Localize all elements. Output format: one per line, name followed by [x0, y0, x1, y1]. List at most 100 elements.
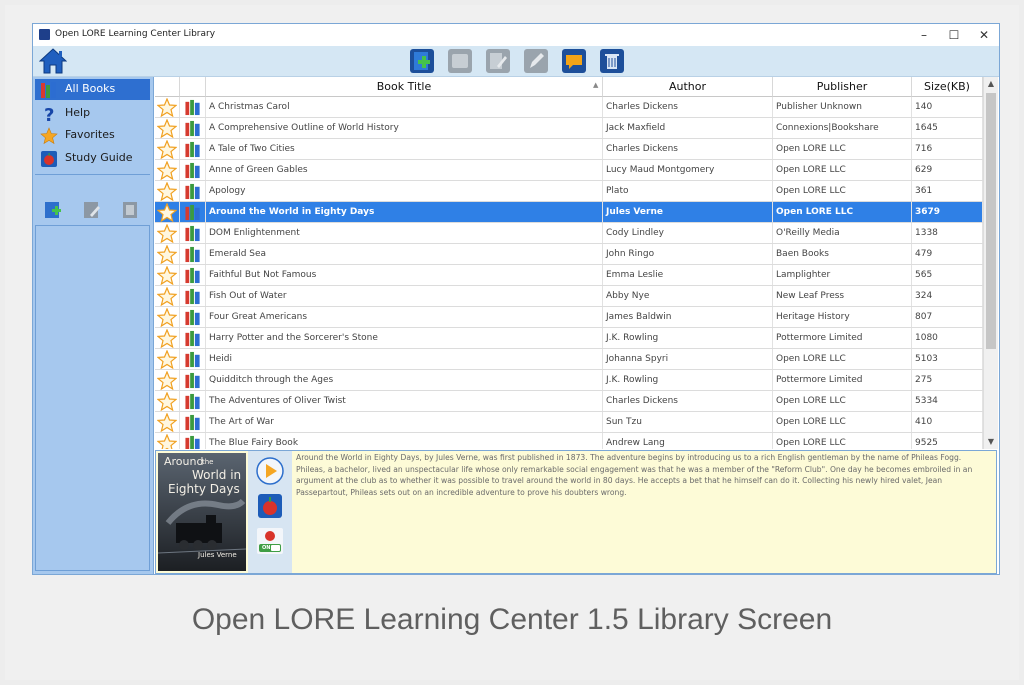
table-row[interactable]: Fish Out of Water Abby Nye New Leaf Press 3…	[155, 286, 983, 307]
table-row[interactable]: Faithful But Not Famous Emma Leslie Lampli…	[155, 265, 983, 286]
type-cell	[180, 307, 206, 327]
window-title: Open LORE Learning Center Library	[55, 29, 216, 39]
favorite-cell[interactable]	[155, 307, 180, 327]
sidebar-item-all-books[interactable]: All Books	[35, 79, 150, 100]
favorite-star-icon[interactable]	[157, 413, 177, 432]
comment-icon[interactable]	[561, 48, 587, 74]
table-row[interactable]: Quidditch through the Ages J.K. Rowling Po…	[155, 370, 983, 391]
table-row[interactable]: A Tale of Two Cities Charles Dickens Open …	[155, 139, 983, 160]
favorite-star-icon[interactable]	[157, 182, 177, 201]
favorite-column-header[interactable]	[155, 77, 180, 97]
favorite-cell[interactable]	[155, 349, 180, 369]
delete-shelf-icon[interactable]	[119, 200, 141, 220]
play-icon[interactable]	[256, 457, 284, 485]
column-header-size[interactable]: Size(KB)	[912, 77, 983, 97]
table-row[interactable]: The Blue Fairy Book Andrew Lang Open LORE …	[155, 433, 983, 449]
favorite-cell[interactable]	[155, 244, 180, 264]
favorite-cell[interactable]	[155, 265, 180, 285]
favorite-cell[interactable]	[155, 202, 180, 222]
favorite-star-icon[interactable]	[157, 329, 177, 348]
table-row[interactable]: The Adventures of Oliver Twist Charles Di…	[155, 391, 983, 412]
column-header-author[interactable]: Author	[603, 77, 773, 97]
close-button[interactable]: ✕	[969, 26, 999, 44]
study-guide-toggle[interactable]: ON	[256, 527, 284, 555]
cover-author: Jules Verne	[198, 551, 237, 559]
favorite-cell[interactable]	[155, 223, 180, 243]
table-row[interactable]: A Comprehensive Outline of World History…	[155, 118, 983, 139]
maximize-button[interactable]: ☐	[939, 26, 969, 44]
table-row[interactable]: Emerald Sea John Ringo Baen Books 479	[155, 244, 983, 265]
size-cell: 479	[912, 244, 983, 264]
favorite-cell[interactable]	[155, 328, 180, 348]
book-icon	[185, 204, 200, 221]
screenshot-frame: Open LORE Learning Center Library – ☐ ✕	[5, 5, 1019, 680]
type-cell	[180, 328, 206, 348]
favorite-star-icon[interactable]	[157, 371, 177, 390]
table-row[interactable]: DOM Enlightenment Cody Lindley O'Reilly Me…	[155, 223, 983, 244]
column-header-publisher[interactable]: Publisher	[773, 77, 912, 97]
favorite-star-icon[interactable]	[157, 140, 177, 159]
favorite-cell[interactable]	[155, 160, 180, 180]
table-row[interactable]: A Christmas Carol Charles Dickens Publishe…	[155, 97, 983, 118]
favorite-star-icon[interactable]	[157, 392, 177, 411]
title-cell: Four Great Americans	[206, 307, 603, 327]
favorite-star-icon[interactable]	[157, 287, 177, 306]
add-book-icon[interactable]	[409, 48, 435, 74]
favorite-cell[interactable]	[155, 118, 180, 138]
toggle-label: ON	[262, 545, 271, 551]
trash-icon[interactable]	[599, 48, 625, 74]
edit-book-disabled-icon[interactable]	[485, 48, 511, 74]
favorite-star-icon[interactable]	[157, 161, 177, 180]
favorite-star-icon[interactable]	[157, 266, 177, 285]
table-row[interactable]: The Art of War Sun Tzu Open LORE LLC 410	[155, 412, 983, 433]
favorite-cell[interactable]	[155, 433, 180, 449]
favorite-star-icon[interactable]	[157, 203, 177, 222]
table-row[interactable]: Harry Potter and the Sorcerer's Stone J.K…	[155, 328, 983, 349]
publisher-cell: Lamplighter	[773, 265, 912, 285]
favorite-cell[interactable]	[155, 391, 180, 411]
column-header-title[interactable]: Book Title	[206, 77, 603, 97]
sidebar-item-favorites[interactable]: Favorites	[35, 125, 150, 146]
cover-title-the: the	[202, 458, 214, 466]
pencil-icon[interactable]	[523, 48, 549, 74]
favorite-star-icon[interactable]	[157, 224, 177, 243]
sidebar-item-help[interactable]: ? Help	[35, 103, 150, 124]
add-shelf-icon[interactable]	[43, 200, 65, 220]
favorite-cell[interactable]	[155, 370, 180, 390]
table-row[interactable]: Around the World in Eighty Days Jules Ver…	[155, 202, 983, 223]
type-column-header[interactable]	[180, 77, 206, 97]
type-cell	[180, 412, 206, 432]
sidebar-item-study-guide[interactable]: Study Guide	[35, 148, 150, 169]
home-icon[interactable]	[39, 47, 67, 75]
type-cell	[180, 118, 206, 138]
type-cell	[180, 97, 206, 117]
minimize-button[interactable]: –	[909, 26, 939, 44]
favorite-cell[interactable]	[155, 412, 180, 432]
scroll-thumb[interactable]	[986, 93, 996, 349]
vertical-scrollbar[interactable]: ▲ ▼	[983, 77, 998, 449]
favorite-cell[interactable]	[155, 286, 180, 306]
blank-book-icon[interactable]	[447, 48, 473, 74]
scroll-up-icon[interactable]: ▲	[984, 77, 998, 91]
title-cell: Harry Potter and the Sorcerer's Stone	[206, 328, 603, 348]
title-cell: Around the World in Eighty Days	[206, 202, 603, 222]
table-row[interactable]: Anne of Green Gables Lucy Maud Montgomery…	[155, 160, 983, 181]
favorite-star-icon[interactable]	[157, 434, 177, 449]
favorite-star-icon[interactable]	[157, 119, 177, 138]
favorite-star-icon[interactable]	[157, 98, 177, 117]
scroll-down-icon[interactable]: ▼	[984, 435, 998, 449]
table-row[interactable]: Four Great Americans James Baldwin Heritag…	[155, 307, 983, 328]
favorite-cell[interactable]	[155, 139, 180, 159]
favorite-cell[interactable]	[155, 97, 180, 117]
author-cell: Charles Dickens	[603, 139, 773, 159]
publisher-cell: O'Reilly Media	[773, 223, 912, 243]
study-guide-icon[interactable]	[256, 492, 284, 520]
table-row[interactable]: Heidi Johanna Spyri Open LORE LLC 5103	[155, 349, 983, 370]
favorite-star-icon[interactable]	[157, 245, 177, 264]
favorite-star-icon[interactable]	[157, 350, 177, 369]
edit-shelf-icon[interactable]	[81, 200, 103, 220]
table-row[interactable]: Apology Plato Open LORE LLC 361	[155, 181, 983, 202]
title-cell: A Tale of Two Cities	[206, 139, 603, 159]
favorite-star-icon[interactable]	[157, 308, 177, 327]
favorite-cell[interactable]	[155, 181, 180, 201]
